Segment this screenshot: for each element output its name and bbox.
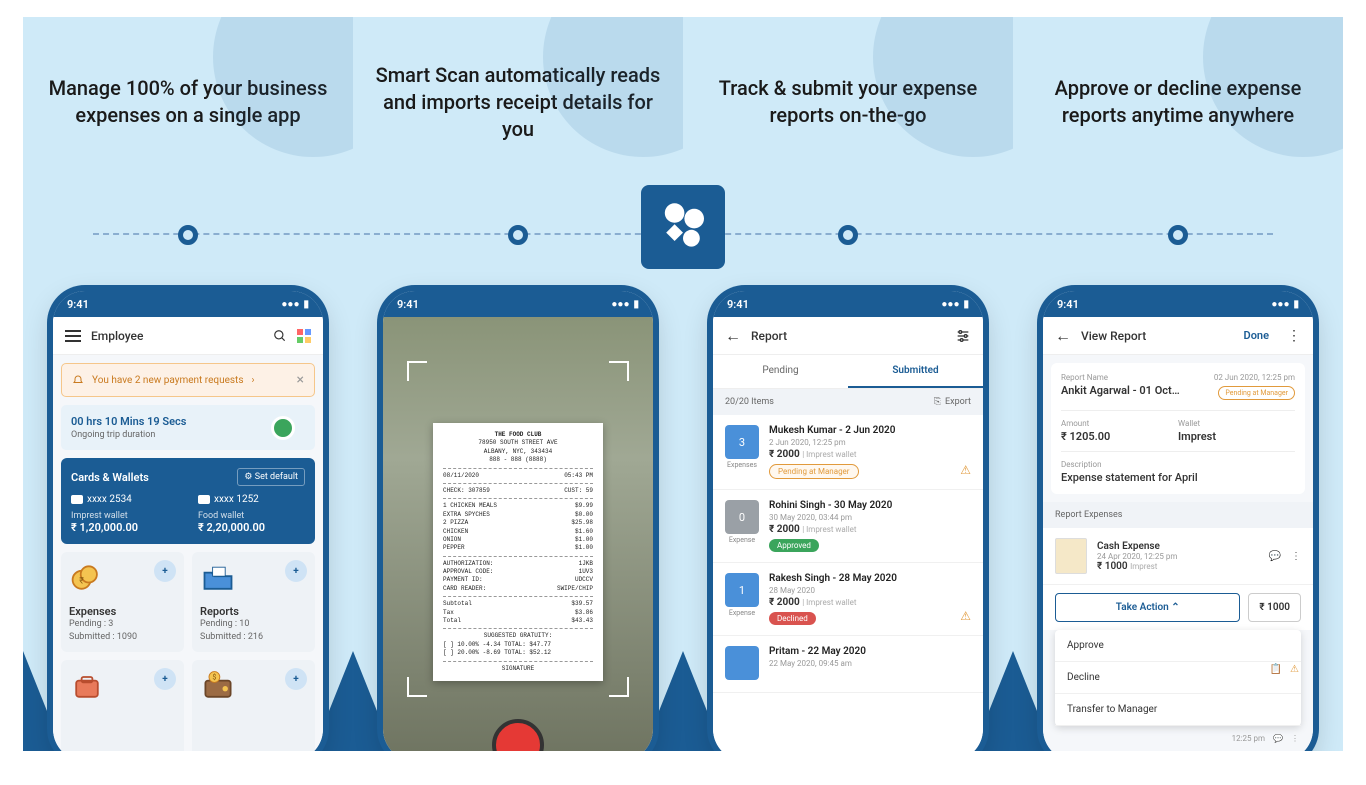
phone-mockup-1: 9:41●●●▮ Employee You have 2 new payment… — [53, 291, 323, 751]
items-count: 20/20 Items — [725, 397, 774, 407]
wallet-icon: $ — [200, 668, 236, 704]
card-icon — [71, 495, 83, 504]
report-row[interactable]: 3 Expenses Mukesh Kumar - 2 Jun 2020 2 J… — [713, 415, 983, 490]
grid-icon[interactable] — [297, 329, 311, 343]
connector-dot — [838, 225, 858, 245]
folder-icon: 0 — [725, 500, 759, 534]
export-button[interactable]: ⎘ Export — [934, 397, 971, 407]
warning-icon: ⚠ — [960, 609, 971, 623]
location-pin-icon — [271, 416, 295, 440]
svg-text:$: $ — [212, 673, 216, 682]
menu-icon[interactable] — [65, 330, 81, 342]
app-logo — [641, 185, 725, 269]
connector-dot — [178, 225, 198, 245]
headline-1: Manage 100% of your business expenses on… — [43, 57, 333, 147]
set-default-button[interactable]: ⚙ Set default — [237, 468, 305, 486]
status-badge: Approved — [769, 539, 819, 552]
headline-2: Smart Scan automatically reads and impor… — [373, 57, 663, 147]
filter-icon[interactable] — [955, 328, 971, 344]
tab-submitted[interactable]: Submitted — [848, 355, 983, 388]
phone-mockup-4: 9:41●●●▮ ← View Report Done ⋮ Report Nam… — [1043, 291, 1313, 751]
transfer-option[interactable]: Transfer to Manager — [1055, 694, 1301, 726]
add-button[interactable]: + — [154, 560, 176, 582]
card-icon — [198, 495, 210, 504]
take-action-button[interactable]: Take Action ⌃ — [1055, 593, 1240, 622]
report-row[interactable]: Pritam - 22 May 2020 22 May 2020, 09:45 … — [713, 636, 983, 693]
status-badge: Declined — [769, 612, 816, 625]
screen-title: View Report — [1081, 329, 1234, 343]
folder-icon — [725, 646, 759, 680]
folder-icon: 1 — [725, 573, 759, 607]
amount-input[interactable]: ₹ 1000 — [1248, 593, 1301, 622]
receipt-thumb — [1055, 538, 1087, 574]
suitcase-icon — [69, 668, 105, 704]
more-icon[interactable]: ⋮ — [1287, 328, 1301, 344]
coins-icon: ₹ — [69, 560, 105, 596]
close-icon[interactable]: × — [297, 372, 304, 388]
svg-text:₹: ₹ — [79, 576, 84, 586]
back-icon[interactable]: ← — [725, 326, 741, 346]
connector-dot — [1168, 225, 1188, 245]
scan-corner — [407, 361, 427, 381]
reports-tile[interactable]: + Reports Pending : 10Submitted : 216 — [192, 552, 315, 652]
status-badge: Pending at Manager — [769, 464, 859, 479]
shutter-button[interactable] — [492, 719, 544, 751]
status-time: 9:41 — [67, 298, 89, 311]
headline-4: Approve or decline expense reports anyti… — [1033, 57, 1323, 147]
add-button[interactable]: + — [285, 560, 307, 582]
phone-mockup-3: 9:41●●●▮ ← Report Pending Submitted 20/2… — [713, 291, 983, 751]
search-icon[interactable] — [273, 329, 287, 343]
scan-corner — [407, 677, 427, 697]
bell-icon — [72, 374, 84, 386]
trip-card[interactable]: 00 hrs 10 Mins 19 Secs Ongoing trip dura… — [61, 405, 315, 450]
alert-banner[interactable]: You have 2 new payment requests› × — [61, 363, 315, 397]
add-button[interactable]: + — [285, 668, 307, 690]
decline-option[interactable]: Decline — [1055, 662, 1301, 694]
done-button[interactable]: Done — [1244, 329, 1269, 342]
more-icon[interactable]: ⋮ — [1291, 734, 1299, 743]
trips-tile[interactable]: + — [61, 660, 184, 751]
tab-pending[interactable]: Pending — [713, 355, 848, 388]
phone-mockup-2: 9:41●●●▮ THE FOOD CLUB 78950 SOUTH STREE… — [383, 291, 653, 751]
scan-corner — [609, 361, 629, 381]
status-badge: Pending at Manager — [1218, 386, 1295, 400]
section-header: Report Expenses — [1043, 502, 1313, 528]
folder-icon — [200, 560, 236, 596]
add-button[interactable]: + — [154, 668, 176, 690]
action-dropdown: Approve Decline Transfer to Manager — [1055, 630, 1301, 726]
note-icon[interactable]: 📋 — [1270, 664, 1282, 675]
folder-icon: 3 — [725, 425, 759, 459]
headline-3: Track & submit your expense reports on-t… — [703, 57, 993, 147]
screen-title: Employee — [91, 329, 263, 343]
approve-option[interactable]: Approve — [1055, 630, 1301, 662]
wallet-tile[interactable]: + $ — [192, 660, 315, 751]
scan-corner — [609, 677, 629, 697]
comment-icon[interactable]: 💬 — [1273, 734, 1283, 743]
expenses-tile[interactable]: + ₹ Expenses Pending : 3Submitted : 1090 — [61, 552, 184, 652]
connector-dot — [508, 225, 528, 245]
report-row[interactable]: 0 Expense Rohini Singh - 30 May 2020 30 … — [713, 490, 983, 563]
warning-icon: ⚠ — [960, 463, 971, 477]
more-icon[interactable]: ⋮ — [1291, 551, 1301, 562]
report-name: Ankit Agarwal - 01 Oct… — [1061, 384, 1180, 397]
warning-icon: ⚠ — [1290, 664, 1299, 675]
report-row[interactable]: 1 Expense Rakesh Singh - 28 May 2020 28 … — [713, 563, 983, 636]
expense-row[interactable]: Cash Expense 24 Apr 2020, 12:25 pm ₹ 100… — [1043, 528, 1313, 585]
cards-wallets-card: Cards & Wallets ⚙ Set default xxxx 2534 … — [61, 458, 315, 544]
back-icon[interactable]: ← — [1055, 326, 1071, 346]
comment-icon[interactable]: 💬 — [1269, 551, 1281, 562]
receipt-preview: THE FOOD CLUB 78950 SOUTH STREET AVE ALB… — [433, 423, 603, 681]
screen-title: Report — [751, 329, 945, 343]
